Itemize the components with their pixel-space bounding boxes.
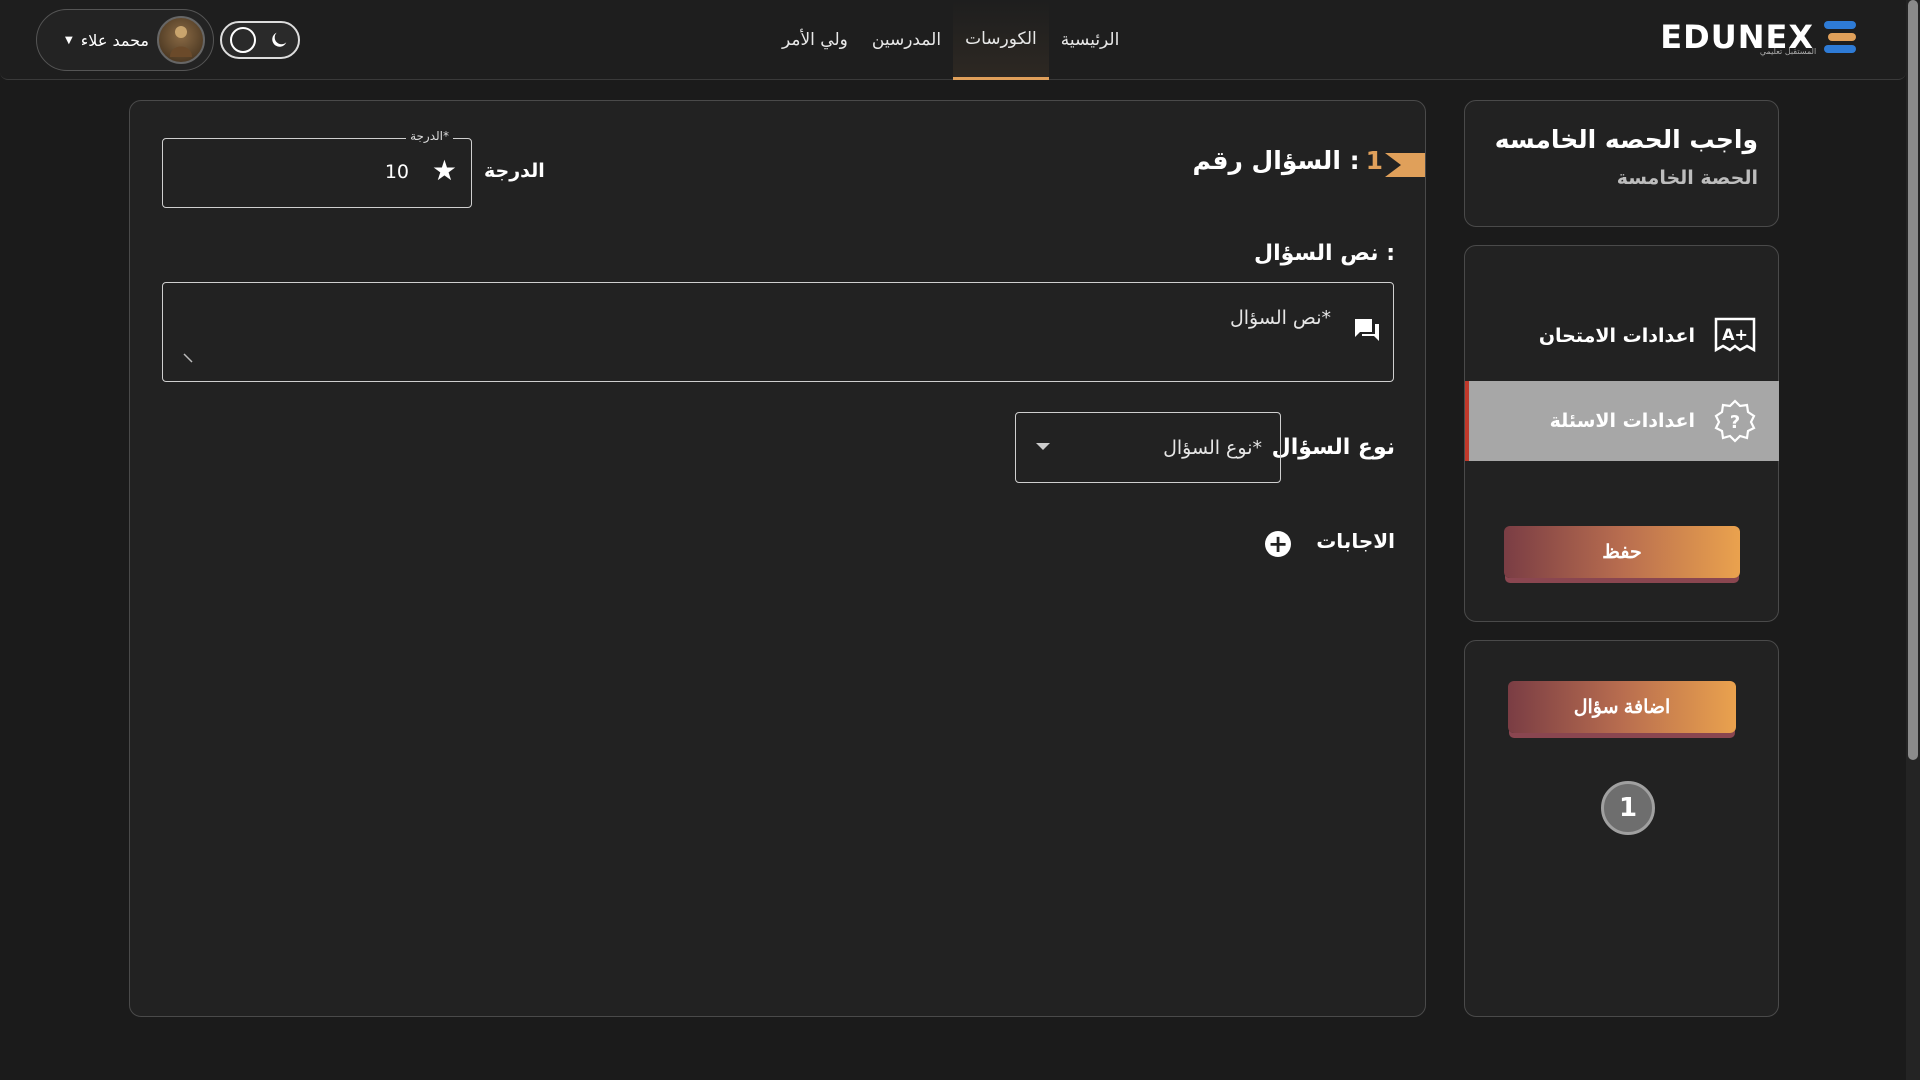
- question-text-input[interactable]: نص السؤال*: [162, 282, 1394, 382]
- add-question-button[interactable]: اضافة سؤال: [1508, 681, 1736, 733]
- chevron-down-icon: ▼: [65, 34, 73, 46]
- question-heading: السؤال رقم : 1: [1192, 146, 1383, 175]
- add-answer-plus-icon[interactable]: +: [1265, 531, 1291, 557]
- grade-field-label: الدرجة*: [406, 129, 453, 143]
- resize-handle-icon[interactable]: [183, 353, 193, 363]
- lesson-subtitle: الحصة الخامسة: [1616, 167, 1758, 189]
- lesson-title: واجب الحصه الخامسه: [1494, 125, 1758, 154]
- lesson-info-panel: واجب الحصه الخامسه الحصة الخامسة: [1464, 100, 1779, 227]
- question-type-placeholder: نوع السؤال*: [1163, 437, 1262, 459]
- question-text-label: نص السؤال :: [1253, 241, 1395, 266]
- brand-tagline: المستقبل تعليمي: [1759, 47, 1817, 56]
- menu-question-settings-label: اعدادات الاسئلة: [1549, 410, 1695, 432]
- menu-exam-settings-label: اعدادات الامتحان: [1538, 325, 1695, 347]
- nav-courses[interactable]: الكورسات: [953, 0, 1049, 80]
- grade-input[interactable]: الدرجة* ★ 10: [162, 129, 472, 208]
- grade-label: الدرجة: [484, 160, 545, 182]
- questions-panel: اضافة سؤال 1: [1464, 640, 1779, 1017]
- page-scrollbar[interactable]: [1906, 0, 1920, 1080]
- settings-panel: اعدادات الامتحان A+ اعدادات الاسئلة ? حف…: [1464, 245, 1779, 622]
- question-type-select[interactable]: نوع السؤال*: [1015, 412, 1281, 483]
- top-navbar: EDUNEX المستقبل تعليمي الرئيسية الكورسات…: [0, 0, 1906, 80]
- nav-parent[interactable]: ولي الأمر: [770, 0, 860, 80]
- question-heading-label: السؤال رقم :: [1192, 146, 1360, 175]
- scrollbar-thumb[interactable]: [1908, 0, 1918, 760]
- user-name: محمد علاء: [80, 30, 149, 50]
- nav-home[interactable]: الرئيسية: [1049, 0, 1132, 80]
- exam-grade-icon: A+: [1714, 317, 1756, 353]
- chat-icon: [1355, 319, 1379, 341]
- question-text-placeholder: نص السؤال*: [1229, 307, 1331, 329]
- user-silhouette-icon: [170, 26, 192, 57]
- star-icon: ★: [431, 154, 457, 187]
- main-nav: الرئيسية الكورسات المدرسين ولي الأمر: [770, 0, 1131, 80]
- answers-label: الاجابات: [1316, 529, 1395, 553]
- user-menu[interactable]: ▼ محمد علاء: [36, 9, 214, 71]
- question-badge-icon: ?: [1714, 399, 1756, 443]
- theme-toggle[interactable]: [220, 21, 300, 59]
- flag-icon: [1385, 153, 1425, 177]
- menu-exam-settings[interactable]: اعدادات الامتحان A+: [1465, 296, 1779, 376]
- svg-text:A+: A+: [1722, 325, 1748, 344]
- avatar: [157, 16, 205, 64]
- grade-value: 10: [384, 161, 409, 183]
- question-editor: السؤال رقم : 1 الدرجة الدرجة* ★ 10 نص ال…: [129, 100, 1426, 1017]
- toggle-knob: [230, 27, 256, 53]
- question-number-button[interactable]: 1: [1601, 781, 1655, 835]
- moon-icon: [272, 32, 287, 47]
- nav-teachers[interactable]: المدرسين: [860, 0, 953, 80]
- question-type-label: نوع السؤال: [1271, 435, 1395, 460]
- svg-text:?: ?: [1730, 412, 1740, 433]
- menu-question-settings[interactable]: اعدادات الاسئلة ?: [1465, 381, 1779, 461]
- save-button[interactable]: حفظ: [1504, 526, 1740, 578]
- question-number: 1: [1365, 146, 1383, 175]
- dropdown-arrow-icon: [1036, 443, 1050, 450]
